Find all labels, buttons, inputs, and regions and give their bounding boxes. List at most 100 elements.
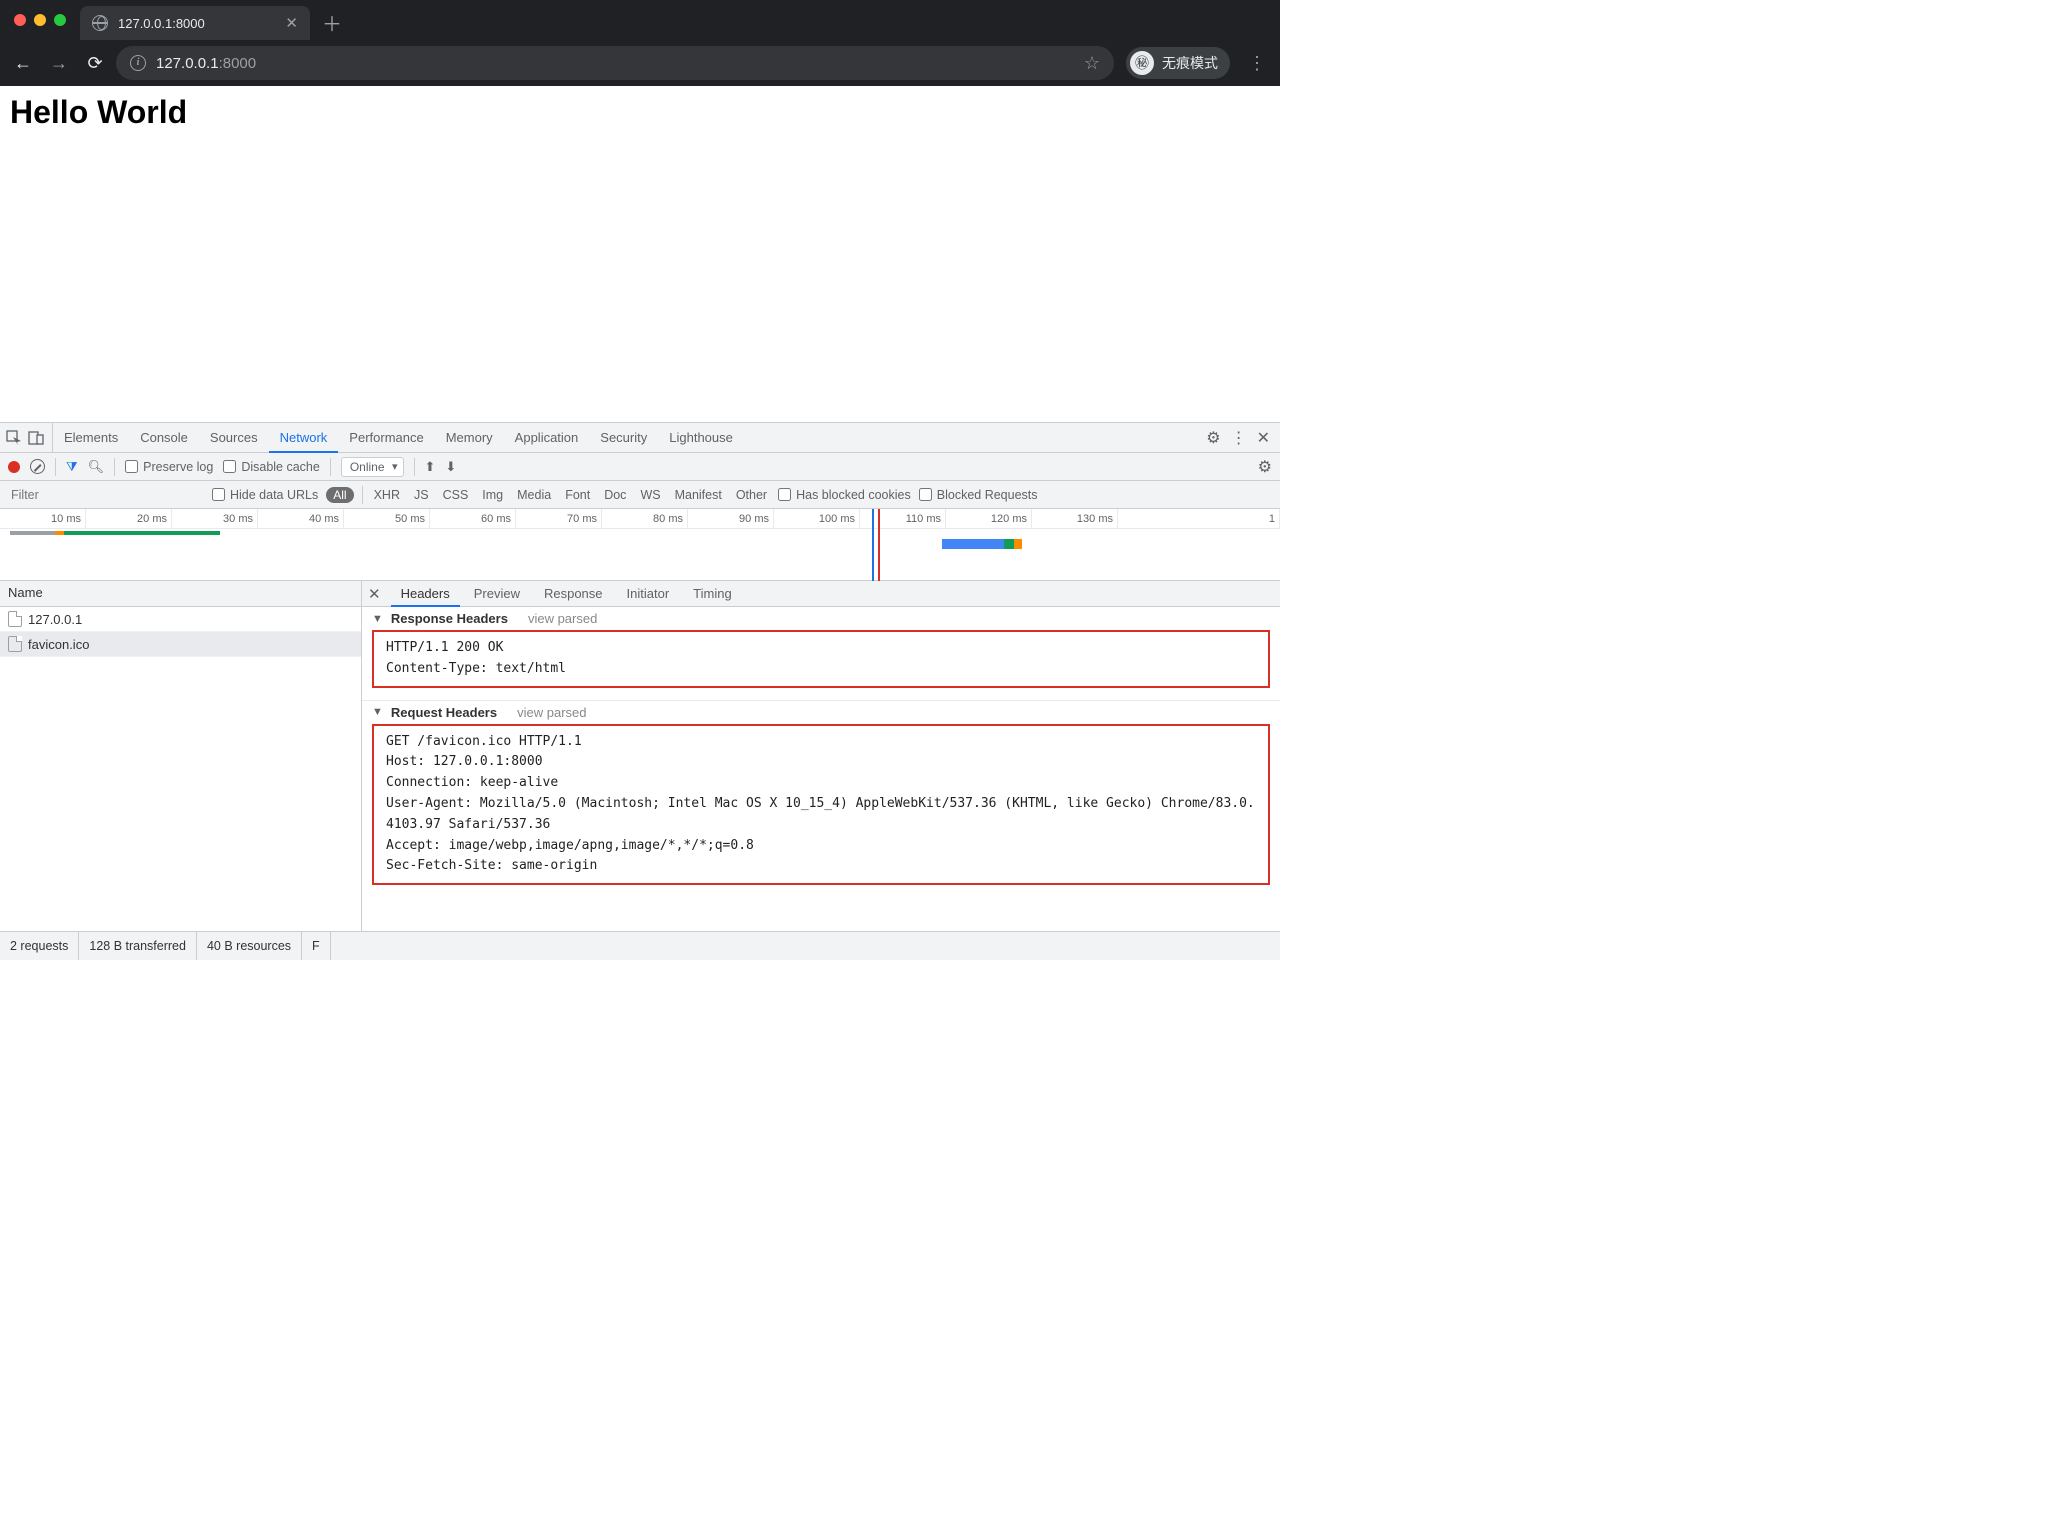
domcontent-marker: [872, 509, 874, 581]
close-detail-icon[interactable]: ✕: [368, 585, 387, 603]
window-controls: [14, 14, 66, 26]
timeline-tick: 50 ms: [344, 509, 430, 528]
filter-css[interactable]: CSS: [440, 488, 472, 502]
tab-memory[interactable]: Memory: [435, 423, 504, 452]
url-port: :8000: [219, 55, 257, 72]
view-parsed-link[interactable]: view parsed: [528, 611, 597, 626]
tab-application[interactable]: Application: [504, 423, 590, 452]
forward-button[interactable]: →: [44, 48, 74, 78]
detail-tab-initiator[interactable]: Initiator: [617, 581, 680, 606]
timeline-tick: 130 ms: [1032, 509, 1118, 528]
filter-img[interactable]: Img: [479, 488, 506, 502]
reload-button[interactable]: ⟳: [80, 48, 110, 78]
tab-sources[interactable]: Sources: [199, 423, 269, 452]
upload-icon[interactable]: ⬆: [425, 459, 436, 475]
hide-data-urls-toggle[interactable]: Hide data URLs: [212, 488, 318, 502]
status-extra: F: [302, 932, 331, 960]
filter-doc[interactable]: Doc: [601, 488, 629, 502]
filter-font[interactable]: Font: [562, 488, 593, 502]
view-parsed-link[interactable]: view parsed: [517, 705, 586, 720]
download-icon[interactable]: ⬇: [445, 459, 456, 475]
hide-data-urls-label: Hide data URLs: [230, 488, 318, 502]
network-settings-icon[interactable]: ⚙: [1258, 457, 1272, 477]
name-column-header[interactable]: Name: [0, 581, 361, 607]
request-name: favicon.ico: [28, 637, 89, 652]
filter-other[interactable]: Other: [733, 488, 770, 502]
detail-tab-response[interactable]: Response: [534, 581, 613, 606]
filter-ws[interactable]: WS: [637, 488, 663, 502]
request-row[interactable]: 127.0.0.1: [0, 607, 361, 632]
triangle-down-icon: ▼: [372, 613, 383, 625]
devtools-settings-icon[interactable]: ⚙: [1206, 428, 1220, 448]
filter-input[interactable]: [4, 485, 204, 505]
timeline-tick: 1: [1118, 509, 1280, 528]
response-headers-section[interactable]: ▼ Response Headers view parsed: [372, 611, 1270, 626]
timeline-tick: 20 ms: [86, 509, 172, 528]
site-info-icon[interactable]: i: [130, 55, 146, 71]
filter-manifest[interactable]: Manifest: [672, 488, 725, 502]
load-marker: [878, 509, 880, 581]
tab-security[interactable]: Security: [589, 423, 658, 452]
tab-elements[interactable]: Elements: [53, 423, 129, 452]
request-headers-section[interactable]: ▼ Request Headers view parsed: [372, 705, 1270, 720]
page-content: Hello World: [0, 86, 1280, 422]
preserve-log-toggle[interactable]: Preserve log: [125, 460, 213, 474]
document-icon: [8, 611, 22, 627]
url-host: 127.0.0.1: [156, 55, 219, 72]
filter-all[interactable]: All: [326, 487, 353, 503]
back-button[interactable]: ←: [8, 48, 38, 78]
devtools-panel: Elements Console Sources Network Perform…: [0, 422, 1280, 960]
filter-toggle-icon[interactable]: ⧩: [66, 459, 78, 475]
filter-js[interactable]: JS: [411, 488, 432, 502]
device-toolbar-icon[interactable]: [28, 430, 44, 446]
separator: [114, 458, 115, 476]
status-requests: 2 requests: [0, 932, 79, 960]
page-heading: Hello World: [10, 94, 187, 130]
timeline-tick: 60 ms: [430, 509, 516, 528]
minimize-window-icon[interactable]: [34, 14, 46, 26]
timeline-tick: 30 ms: [172, 509, 258, 528]
new-tab-button[interactable]: ＋: [322, 8, 342, 37]
browser-tab[interactable]: 127.0.0.1:8000 ✕: [80, 6, 310, 40]
close-tab-icon[interactable]: ✕: [285, 14, 298, 32]
incognito-label: 无痕模式: [1162, 53, 1218, 73]
network-timeline[interactable]: 10 ms 20 ms 30 ms 40 ms 50 ms 60 ms 70 m…: [0, 509, 1280, 581]
request-detail: ✕ Headers Preview Response Initiator Tim…: [362, 581, 1280, 931]
filter-media[interactable]: Media: [514, 488, 554, 502]
incognito-icon: ㊙: [1130, 51, 1154, 75]
tab-console[interactable]: Console: [129, 423, 199, 452]
bookmark-star-icon[interactable]: ☆: [1084, 53, 1100, 74]
timeline-tick: 100 ms: [774, 509, 860, 528]
detail-tab-timing[interactable]: Timing: [683, 581, 742, 606]
has-blocked-cookies-toggle[interactable]: Has blocked cookies: [778, 488, 911, 502]
detail-tab-preview[interactable]: Preview: [464, 581, 530, 606]
address-bar-row: ← → ⟳ i 127.0.0.1:8000 ☆ ㊙ 无痕模式 ⋮: [0, 40, 1280, 86]
throttle-select[interactable]: Online: [341, 457, 404, 477]
request-row[interactable]: favicon.ico: [0, 632, 361, 657]
devtools-menu-icon[interactable]: ⋮: [1231, 428, 1247, 448]
search-icon[interactable]: 🔍︎: [88, 459, 105, 475]
detail-tab-headers[interactable]: Headers: [391, 582, 460, 607]
tab-performance[interactable]: Performance: [338, 423, 434, 452]
browser-chrome: 127.0.0.1:8000 ✕ ＋ ← → ⟳ i 127.0.0.1:800…: [0, 0, 1280, 86]
browser-menu-button[interactable]: ⋮: [1242, 53, 1272, 74]
incognito-badge[interactable]: ㊙ 无痕模式: [1126, 47, 1230, 79]
tab-network[interactable]: Network: [269, 424, 339, 453]
disable-cache-toggle[interactable]: Disable cache: [223, 460, 320, 474]
blocked-requests-toggle[interactable]: Blocked Requests: [919, 488, 1038, 502]
network-toolbar: ⧩ 🔍︎ Preserve log Disable cache Online ⬆…: [0, 453, 1280, 481]
devtools-close-icon[interactable]: ✕: [1257, 428, 1270, 448]
close-window-icon[interactable]: [14, 14, 26, 26]
clear-button[interactable]: [30, 459, 45, 474]
filter-xhr[interactable]: XHR: [371, 488, 403, 502]
omnibox[interactable]: i 127.0.0.1:8000 ☆: [116, 46, 1114, 80]
inspect-element-icon[interactable]: [6, 430, 22, 446]
detail-tabs: ✕ Headers Preview Response Initiator Tim…: [362, 581, 1280, 607]
record-button[interactable]: [8, 461, 20, 473]
devtools-tabs: Elements Console Sources Network Perform…: [0, 423, 1280, 453]
tab-lighthouse[interactable]: Lighthouse: [658, 423, 744, 452]
document-icon: [8, 636, 22, 652]
request-list: Name 127.0.0.1 favicon.ico: [0, 581, 362, 931]
maximize-window-icon[interactable]: [54, 14, 66, 26]
request-headers-title: Request Headers: [391, 705, 497, 720]
